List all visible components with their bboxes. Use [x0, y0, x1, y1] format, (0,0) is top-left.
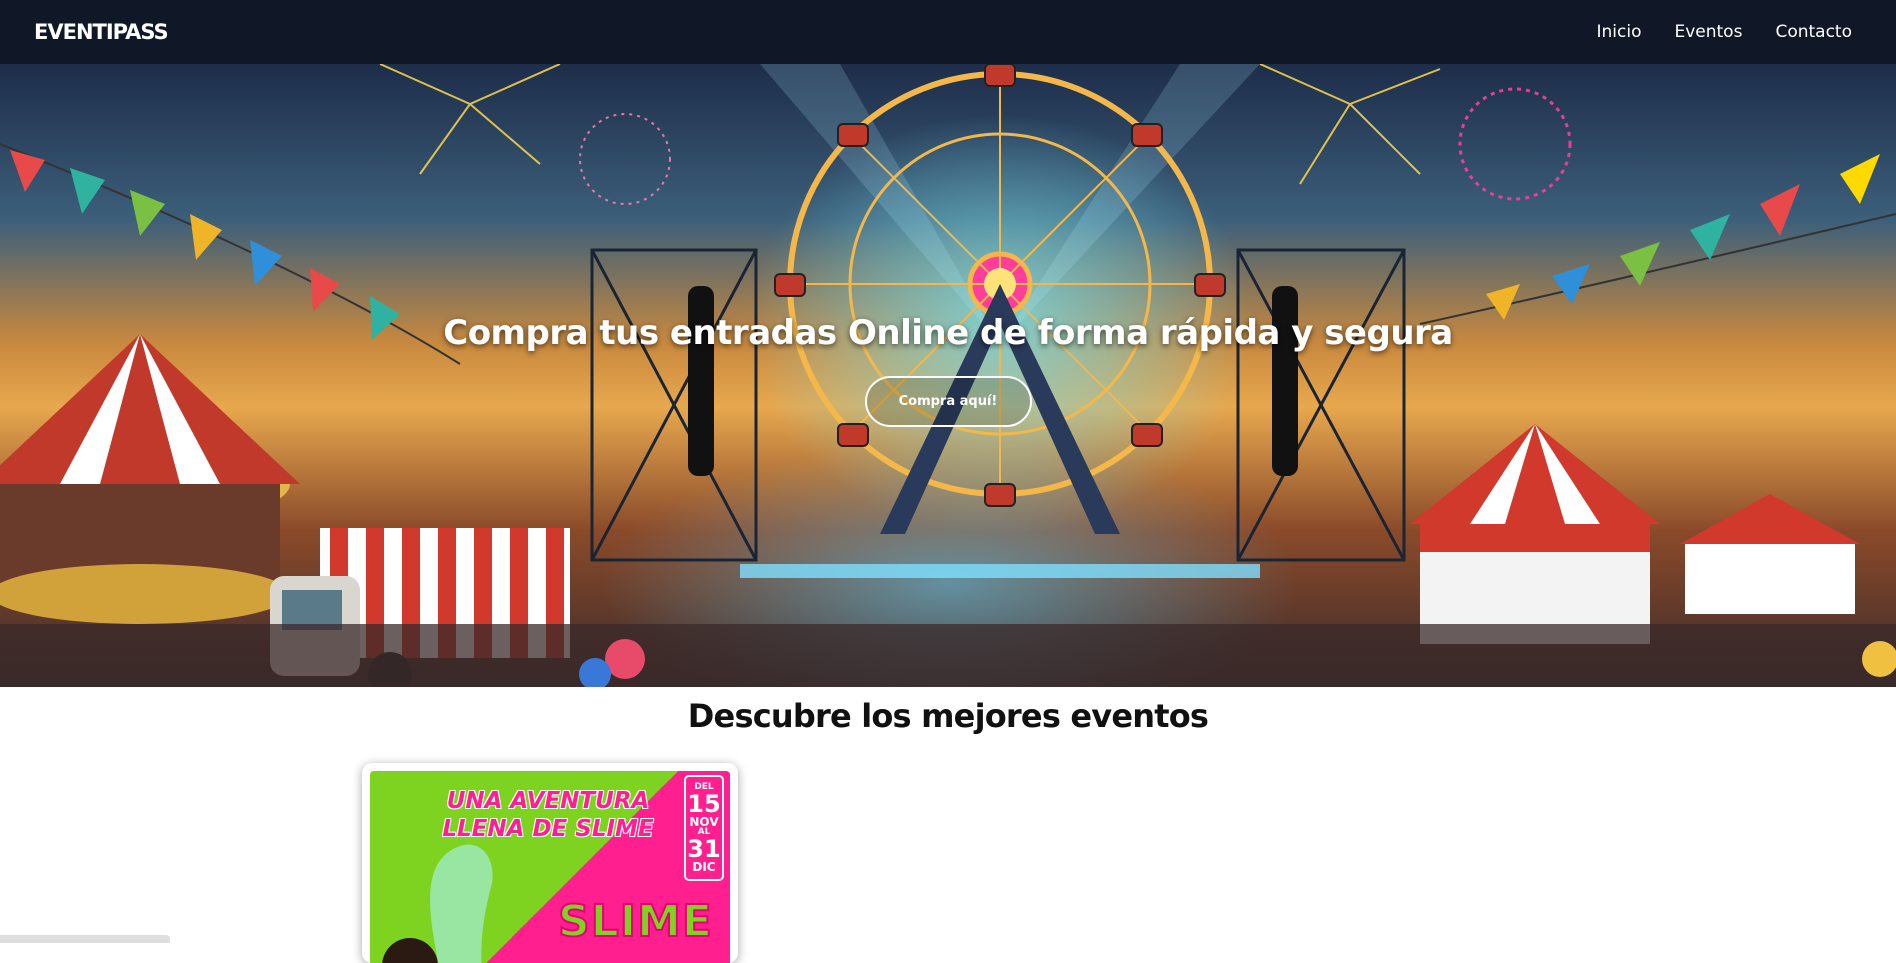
nav-link-inicio[interactable]: Inicio [1597, 22, 1642, 42]
browser-status-bar [0, 935, 170, 943]
nav-links: Inicio Eventos Contacto [1597, 22, 1853, 42]
buy-now-button[interactable]: Compra aquí! [864, 376, 1032, 427]
nav-link-eventos[interactable]: Eventos [1674, 22, 1742, 42]
hero-banner: Compra tus entradas Online de forma rápi… [0, 64, 1896, 687]
poster-slime-word: SLIME [557, 895, 713, 948]
nav-link-contacto[interactable]: Contacto [1775, 22, 1852, 42]
event-card[interactable]: UNA AVENTURA LLENA DE SLIME DEL 15 NOV A… [362, 763, 738, 963]
hero-content: Compra tus entradas Online de forma rápi… [0, 64, 1896, 687]
top-navbar: EVENTIPASS Inicio Eventos Contacto [0, 0, 1896, 64]
events-section-title: Descubre los mejores eventos [687, 697, 1209, 735]
hero-title: Compra tus entradas Online de forma rápi… [443, 313, 1453, 353]
brand-logo[interactable]: EVENTIPASS [34, 20, 169, 44]
event-poster-image[interactable]: UNA AVENTURA LLENA DE SLIME DEL 15 NOV A… [370, 771, 730, 963]
